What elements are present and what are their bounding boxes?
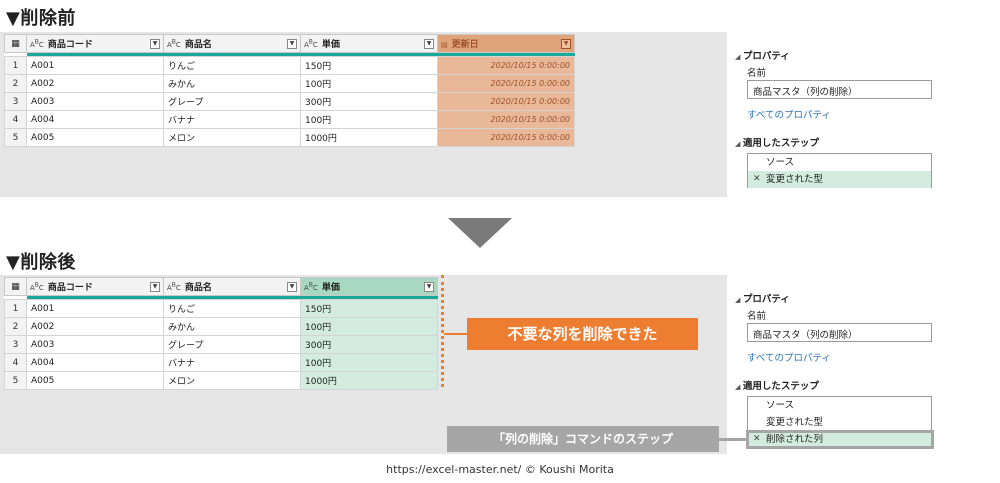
removed-column-marker <box>436 275 444 387</box>
cell-price[interactable]: 100円 <box>300 110 438 129</box>
delete-step-icon[interactable]: ✕ <box>753 171 761 188</box>
name-label: 名前 <box>747 68 767 79</box>
table-row[interactable]: 1 A001 りんご 150円 <box>4 299 438 318</box>
cell-price[interactable]: 150円 <box>300 56 438 75</box>
down-arrow-icon <box>448 218 512 248</box>
cell-name[interactable]: メロン <box>163 128 301 147</box>
cell-date[interactable]: 2020/10/15 0:00:00 <box>437 92 575 111</box>
cell-name[interactable]: みかん <box>163 74 301 93</box>
table-row[interactable]: 1 A001 りんご 150円 2020/10/15 0:00:00 <box>4 56 575 75</box>
cell-price[interactable]: 1000円 <box>300 371 438 390</box>
after-title: ▼削除後 <box>6 252 76 273</box>
table-row[interactable]: 3 A003 グレープ 300円 <box>4 335 438 354</box>
all-properties-link[interactable]: すべてのプロパティ <box>747 107 831 121</box>
footer-credit: https://excel-master.net/ © Koushi Morit… <box>386 463 614 476</box>
cell-name[interactable]: グレープ <box>163 335 301 354</box>
text-type-icon[interactable]: ABC <box>30 282 44 292</box>
query-name-input[interactable]: 商品マスタ（列の削除） <box>747 323 932 342</box>
column-header-updated[interactable]: ▤ 更新日 ▼ <box>437 34 575 53</box>
step-source[interactable]: ソース <box>748 397 931 414</box>
cell-code[interactable]: A002 <box>26 74 164 93</box>
cell-date[interactable]: 2020/10/15 0:00:00 <box>437 74 575 93</box>
properties-header[interactable]: プロパティ <box>735 291 790 305</box>
step-changed-type[interactable]: ✕ 変更された型 <box>748 171 931 188</box>
filter-dropdown-icon[interactable]: ▼ <box>287 282 297 292</box>
before-title: ▼削除前 <box>6 8 76 29</box>
table-row[interactable]: 4 A004 バナナ 100円 <box>4 353 438 372</box>
text-type-icon[interactable]: ABC <box>304 39 318 49</box>
callout-connector <box>719 438 747 441</box>
table-row[interactable]: 5 A005 メロン 1000円 <box>4 371 438 390</box>
step-highlight-frame <box>746 430 934 449</box>
cell-price[interactable]: 100円 <box>300 353 438 372</box>
column-header-name[interactable]: ABC 商品名 ▼ <box>163 34 301 53</box>
filter-dropdown-icon[interactable]: ▼ <box>287 39 297 49</box>
cell-date[interactable]: 2020/10/15 0:00:00 <box>437 56 575 75</box>
step-source[interactable]: ソース <box>748 154 931 171</box>
filter-dropdown-icon[interactable]: ▼ <box>561 39 571 49</box>
column-header-name[interactable]: ABC 商品名 ▼ <box>163 277 301 296</box>
text-type-icon[interactable]: ABC <box>167 282 181 292</box>
command-step-callout: 「列の削除」コマンドのステップ <box>447 426 719 452</box>
cell-name[interactable]: りんご <box>163 56 301 75</box>
cell-code[interactable]: A002 <box>26 317 164 336</box>
before-properties-pane: プロパティ 名前 商品マスタ（列の削除） すべてのプロパティ 適用したステップ … <box>727 32 954 197</box>
filter-dropdown-icon[interactable]: ▼ <box>424 39 434 49</box>
cell-code[interactable]: A005 <box>26 371 164 390</box>
cell-code[interactable]: A004 <box>26 110 164 129</box>
cell-code[interactable]: A004 <box>26 353 164 372</box>
column-header-code[interactable]: ABC 商品コード ▼ <box>26 34 164 53</box>
table-row[interactable]: 2 A002 みかん 100円 2020/10/15 0:00:00 <box>4 74 575 93</box>
table-row[interactable]: 4 A004 バナナ 100円 2020/10/15 0:00:00 <box>4 110 575 129</box>
cell-code[interactable]: A003 <box>26 92 164 111</box>
cell-name[interactable]: りんご <box>163 299 301 318</box>
table-row[interactable]: 3 A003 グレープ 300円 2020/10/15 0:00:00 <box>4 92 575 111</box>
table-menu-icon[interactable]: ▦ <box>4 34 27 53</box>
cell-name[interactable]: バナナ <box>163 110 301 129</box>
cell-price[interactable]: 300円 <box>300 92 438 111</box>
text-type-icon[interactable]: ABC <box>167 39 181 49</box>
after-properties-pane: プロパティ 名前 商品マスタ（列の削除） すべてのプロパティ 適用したステップ … <box>727 275 954 454</box>
filter-dropdown-icon[interactable]: ▼ <box>150 282 160 292</box>
table-row[interactable]: 2 A002 みかん 100円 <box>4 317 438 336</box>
step-changed-type[interactable]: 変更された型 <box>748 414 931 431</box>
text-type-icon[interactable]: ABC <box>30 39 44 49</box>
applied-steps-header[interactable]: 適用したステップ <box>735 135 819 149</box>
table-row[interactable]: 5 A005 メロン 1000円 2020/10/15 0:00:00 <box>4 128 575 147</box>
filter-dropdown-icon[interactable]: ▼ <box>424 282 434 292</box>
cell-name[interactable]: メロン <box>163 371 301 390</box>
name-label: 名前 <box>747 311 767 322</box>
cell-name[interactable]: グレープ <box>163 92 301 111</box>
applied-steps-list: ソース ✕ 変更された型 <box>747 153 932 188</box>
cell-code[interactable]: A003 <box>26 335 164 354</box>
filter-dropdown-icon[interactable]: ▼ <box>150 39 160 49</box>
cell-date[interactable]: 2020/10/15 0:00:00 <box>437 128 575 147</box>
table-menu-icon[interactable]: ▦ <box>4 277 27 296</box>
removed-callout: 不要な列を削除できた <box>467 318 698 350</box>
query-name-input[interactable]: 商品マスタ（列の削除） <box>747 80 932 99</box>
before-data-grid: ▦ ABC 商品コード ▼ ABC 商品名 ▼ ABC 単価 ▼ ▤ 更新日 ▼ 1 A001 … <box>4 34 575 147</box>
properties-header[interactable]: プロパティ <box>735 48 790 62</box>
cell-name[interactable]: バナナ <box>163 353 301 372</box>
all-properties-link[interactable]: すべてのプロパティ <box>747 350 831 364</box>
cell-price[interactable]: 1000円 <box>300 128 438 147</box>
cell-price[interactable]: 300円 <box>300 335 438 354</box>
column-header-price[interactable]: ABC 単価 ▼ <box>300 277 438 296</box>
text-type-icon[interactable]: ABC <box>304 282 318 292</box>
after-data-grid: ▦ ABC 商品コード ▼ ABC 商品名 ▼ ABC 単価 ▼ 1 A001 りんご 15… <box>4 277 438 390</box>
applied-steps-header[interactable]: 適用したステップ <box>735 378 819 392</box>
cell-price[interactable]: 100円 <box>300 74 438 93</box>
calendar-icon[interactable]: ▤ <box>441 41 448 49</box>
callout-connector <box>444 333 468 335</box>
column-header-code[interactable]: ABC 商品コード ▼ <box>26 277 164 296</box>
cell-code[interactable]: A005 <box>26 128 164 147</box>
cell-name[interactable]: みかん <box>163 317 301 336</box>
column-header-price[interactable]: ABC 単価 ▼ <box>300 34 438 53</box>
cell-price[interactable]: 100円 <box>300 317 438 336</box>
cell-code[interactable]: A001 <box>26 56 164 75</box>
cell-price[interactable]: 150円 <box>300 299 438 318</box>
cell-code[interactable]: A001 <box>26 299 164 318</box>
cell-date[interactable]: 2020/10/15 0:00:00 <box>437 110 575 129</box>
